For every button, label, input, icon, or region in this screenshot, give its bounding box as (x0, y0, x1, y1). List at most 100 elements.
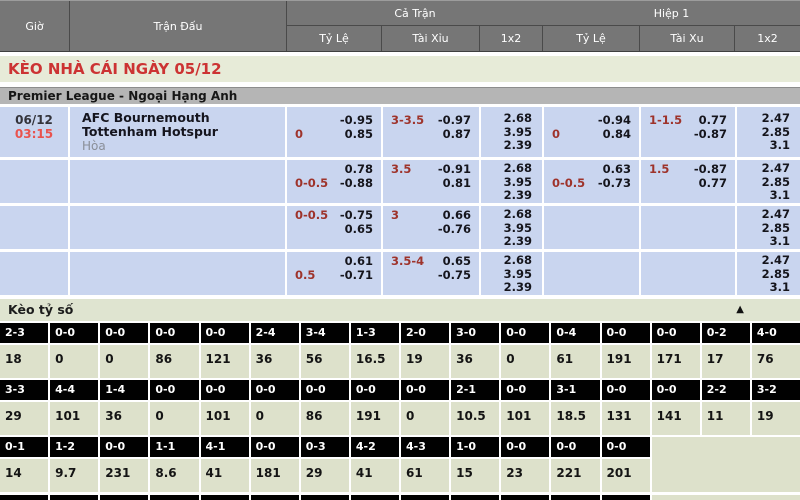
score-cell[interactable] (351, 495, 399, 500)
score-cell[interactable] (551, 495, 599, 500)
h1-1x2-cell[interactable]: 2.472.853.1 (737, 107, 800, 157)
score-cell[interactable] (401, 495, 449, 500)
score-cell[interactable] (100, 495, 148, 500)
score-cell[interactable]: 0-0 (150, 323, 198, 343)
score-odds[interactable]: 191 (351, 402, 399, 435)
score-odds[interactable]: 19 (752, 402, 800, 435)
score-odds[interactable]: 14 (0, 459, 48, 492)
score-odds[interactable]: 121 (201, 345, 249, 378)
ft-overunder-cell[interactable]: 3.5-0.910.81 (383, 160, 479, 203)
ft-handicap-cell[interactable]: 0-0.5-0.750.65 (287, 206, 381, 249)
score-cell[interactable] (0, 495, 48, 500)
ft-1x2-cell[interactable]: 2.683.952.39 (481, 206, 542, 249)
score-cell[interactable]: 0-0 (401, 380, 449, 400)
score-cell[interactable]: 0-0 (100, 323, 148, 343)
score-odds[interactable]: 0 (251, 402, 299, 435)
score-cell[interactable] (150, 495, 198, 500)
score-odds[interactable]: 15 (451, 459, 499, 492)
score-cell[interactable]: 1-2 (50, 437, 98, 457)
ft-handicap-cell[interactable]: -0.9500.85 (287, 107, 381, 157)
score-odds[interactable]: 61 (551, 345, 599, 378)
score-cell[interactable]: 2-0 (401, 323, 449, 343)
score-odds[interactable]: 36 (451, 345, 499, 378)
score-cell[interactable]: 0-0 (301, 380, 349, 400)
score-cell[interactable]: 2-2 (702, 380, 750, 400)
score-cell[interactable]: 0-0 (351, 380, 399, 400)
score-odds[interactable]: 0 (50, 345, 98, 378)
score-cell[interactable] (251, 495, 299, 500)
score-cell[interactable] (301, 495, 349, 500)
score-cell[interactable]: 0-0 (501, 380, 549, 400)
score-odds[interactable]: 17 (702, 345, 750, 378)
score-cell[interactable] (602, 495, 650, 500)
score-odds[interactable]: 41 (351, 459, 399, 492)
score-odds[interactable]: 101 (201, 402, 249, 435)
score-cell[interactable]: 1-1 (150, 437, 198, 457)
ft-1x2-cell[interactable]: 2.683.952.39 (481, 252, 542, 295)
score-cell[interactable]: 0-0 (652, 380, 700, 400)
score-cell[interactable]: 2-1 (451, 380, 499, 400)
score-cell[interactable]: 3-3 (0, 380, 48, 400)
h1-handicap-cell[interactable]: -0.9400.84 (544, 107, 639, 157)
score-cell[interactable]: 0-0 (100, 437, 148, 457)
score-cell[interactable] (50, 495, 98, 500)
ft-overunder-cell[interactable]: 3-3.5-0.970.87 (383, 107, 479, 157)
score-odds[interactable]: 0 (150, 402, 198, 435)
score-cell[interactable] (201, 495, 249, 500)
score-cell[interactable]: 1-3 (351, 323, 399, 343)
score-cell[interactable]: 0-3 (301, 437, 349, 457)
score-odds[interactable]: 41 (201, 459, 249, 492)
score-odds[interactable]: 131 (602, 402, 650, 435)
score-odds[interactable]: 8.6 (150, 459, 198, 492)
score-odds[interactable]: 86 (150, 345, 198, 378)
score-odds[interactable]: 231 (100, 459, 148, 492)
score-odds[interactable]: 29 (301, 459, 349, 492)
score-odds[interactable]: 0 (401, 402, 449, 435)
score-odds[interactable]: 141 (652, 402, 700, 435)
ft-handicap-cell[interactable]: 0.610.5-0.71 (287, 252, 381, 295)
score-odds[interactable]: 221 (551, 459, 599, 492)
score-odds[interactable]: 10.5 (451, 402, 499, 435)
h1-1x2-cell[interactable]: 2.472.853.1 (737, 206, 800, 249)
score-cell[interactable]: 0-0 (501, 437, 549, 457)
ft-handicap-cell[interactable]: 0.780-0.5-0.88 (287, 160, 381, 203)
ft-1x2-cell[interactable]: 2.683.952.39 (481, 160, 542, 203)
score-cell[interactable]: 0-0 (201, 380, 249, 400)
score-cell[interactable]: 0-0 (602, 380, 650, 400)
score-cell[interactable]: 0-0 (201, 323, 249, 343)
h1-handicap-cell[interactable]: 0.630-0.5-0.73 (544, 160, 639, 203)
h1-1x2-cell[interactable]: 2.472.853.1 (737, 160, 800, 203)
score-odds[interactable]: 11 (702, 402, 750, 435)
score-cell[interactable]: 0-0 (50, 323, 98, 343)
score-cell[interactable]: 0-0 (602, 437, 650, 457)
score-odds[interactable]: 18 (0, 345, 48, 378)
score-cell[interactable]: 0-0 (602, 323, 650, 343)
score-cell[interactable]: 2-4 (251, 323, 299, 343)
score-cell[interactable] (501, 495, 549, 500)
score-odds[interactable]: 29 (0, 402, 48, 435)
h1-overunder-cell[interactable]: 1-1.50.77-0.87 (641, 107, 735, 157)
score-cell[interactable]: 0-0 (501, 323, 549, 343)
score-cell[interactable]: 0-1 (0, 437, 48, 457)
collapse-icon[interactable]: ▲ (736, 299, 744, 321)
score-odds[interactable]: 0 (100, 345, 148, 378)
score-cell[interactable]: 2-3 (0, 323, 48, 343)
score-odds[interactable]: 9.7 (50, 459, 98, 492)
h1-overunder-cell[interactable]: 1.5-0.870.77 (641, 160, 735, 203)
score-odds[interactable]: 86 (301, 402, 349, 435)
score-odds[interactable]: 36 (100, 402, 148, 435)
score-cell[interactable]: 0-2 (702, 323, 750, 343)
score-cell[interactable]: 4-2 (351, 437, 399, 457)
score-cell[interactable]: 4-4 (50, 380, 98, 400)
score-cell[interactable]: 3-1 (551, 380, 599, 400)
score-odds[interactable]: 23 (501, 459, 549, 492)
score-odds[interactable]: 181 (251, 459, 299, 492)
score-cell[interactable]: 0-4 (551, 323, 599, 343)
score-cell[interactable]: 0-0 (251, 437, 299, 457)
ft-overunder-cell[interactable]: 30.66-0.76 (383, 206, 479, 249)
score-odds[interactable]: 36 (251, 345, 299, 378)
score-odds[interactable]: 19 (401, 345, 449, 378)
ft-overunder-cell[interactable]: 3.5-40.65-0.75 (383, 252, 479, 295)
ft-1x2-cell[interactable]: 2.683.952.39 (481, 107, 542, 157)
score-odds[interactable]: 101 (501, 402, 549, 435)
